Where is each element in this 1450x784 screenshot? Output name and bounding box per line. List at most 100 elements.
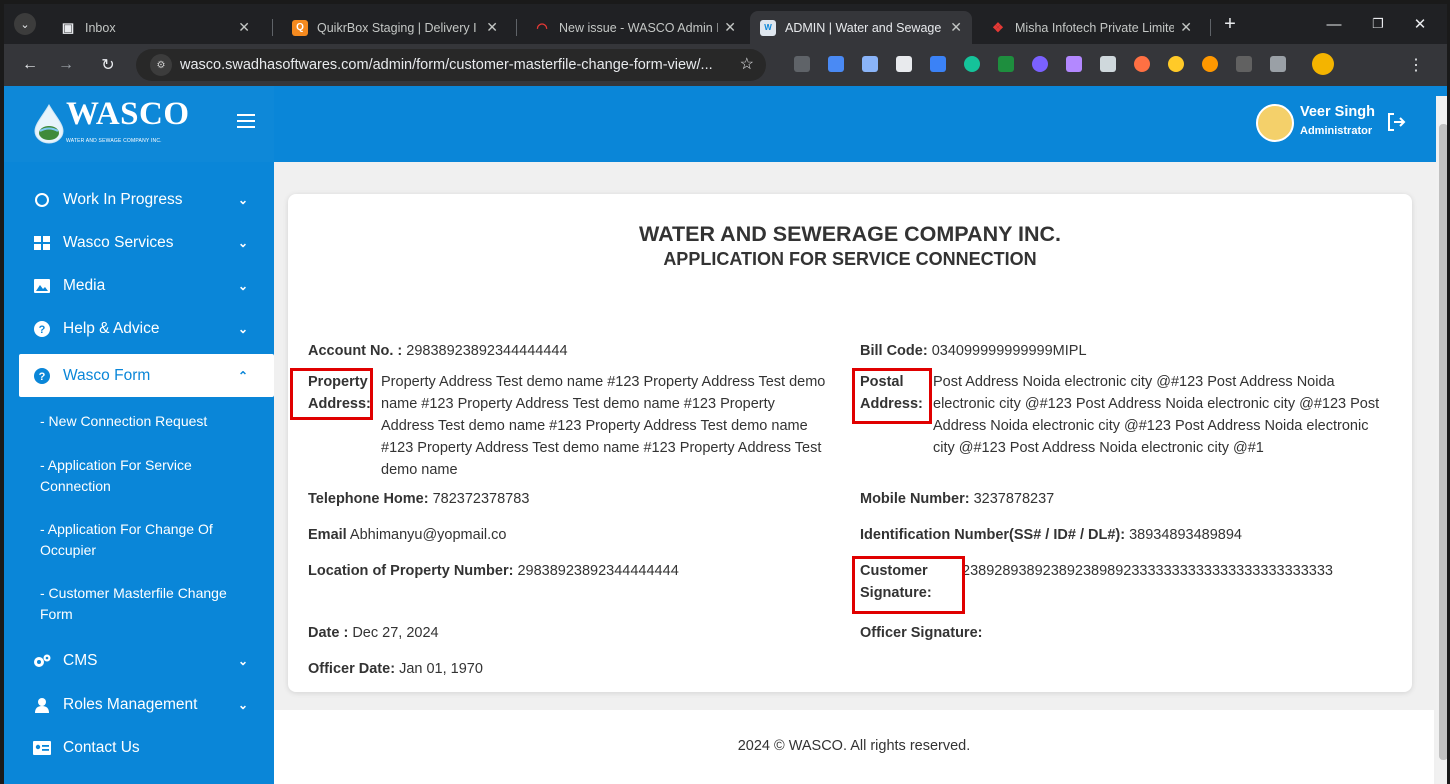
mobile-field: Mobile Number: 3237878237 xyxy=(860,488,1054,510)
window-close-icon[interactable]: ✕ xyxy=(1400,10,1440,38)
user-name: Veer Singh xyxy=(1300,104,1375,120)
browser-toolbar: ← → ↻ ⚙ wasco.swadhasoftwares.com/admin/… xyxy=(4,44,1447,86)
email-field: Email Abhimanyu@yopmail.co xyxy=(308,524,507,546)
email-value: Abhimanyu@yopmail.co xyxy=(349,527,507,543)
issue-favicon-icon: ◠ xyxy=(536,19,548,35)
sidebar-item-cms[interactable]: CMS ⌄ xyxy=(19,641,274,681)
bill-code-field: Bill Code: 034099999999999MIPL xyxy=(860,340,1087,362)
sidebar-item-label: Media xyxy=(63,277,106,294)
extension-translate-icon[interactable] xyxy=(828,56,844,72)
form-card: WATER AND SEWERAGE COMPANY INC. APPLICAT… xyxy=(288,194,1412,692)
account-label: Account No. : xyxy=(308,343,403,359)
tab-search-icon[interactable]: ⌄ xyxy=(14,13,36,35)
bill-code-label: Bill Code: xyxy=(860,343,928,359)
postal-address-value: Post Address Noida electronic city @#123… xyxy=(933,374,1380,456)
chevron-up-icon: ⌃ xyxy=(237,368,248,383)
logout-icon[interactable] xyxy=(1386,112,1406,132)
identification-value: 38934893489894 xyxy=(1129,527,1242,543)
form-title: APPLICATION FOR SERVICE CONNECTION xyxy=(663,249,1037,269)
tab-admin-wasco[interactable]: W ADMIN | Water and Sewage ✕ xyxy=(750,11,972,44)
site-info-icon[interactable]: ⚙ xyxy=(150,54,172,76)
reload-icon[interactable]: ↻ xyxy=(96,53,120,77)
extension-gear-icon[interactable] xyxy=(1032,56,1048,72)
tab-inbox[interactable]: ▣ Inbox ✕ xyxy=(50,11,260,44)
scrollbar-thumb[interactable] xyxy=(1439,124,1447,760)
sidebar-item-label: Help & Advice xyxy=(63,320,160,337)
date-label: Date : xyxy=(308,625,349,641)
sidebar-subitem-change-occupier[interactable]: - Application For Change Of Occupier xyxy=(40,519,250,561)
sidebar-item-roles-management[interactable]: Roles Management ⌄ xyxy=(19,685,274,725)
tab-close-icon[interactable]: ✕ xyxy=(724,19,736,36)
bookmark-star-icon[interactable]: ☆ xyxy=(740,54,754,74)
back-icon[interactable]: ← xyxy=(18,53,42,77)
sidebar: WASCO WATER AND SEWAGE COMPANY INC. Work… xyxy=(4,86,274,784)
profile-avatar-icon[interactable] xyxy=(1312,53,1334,75)
sidebar-item-wasco-services[interactable]: Wasco Services ⌄ xyxy=(19,223,274,263)
extension-screen-icon[interactable] xyxy=(862,56,878,72)
hamburger-menu-icon[interactable] xyxy=(237,114,255,128)
sidebar-subitem-new-connection[interactable]: - New Connection Request xyxy=(40,411,250,432)
sidebar-item-help-advice[interactable]: ? Help & Advice ⌄ xyxy=(19,309,274,349)
sidebar-item-label: Wasco Form xyxy=(63,366,151,384)
question-icon: ? xyxy=(33,367,51,385)
tab-close-icon[interactable]: ✕ xyxy=(486,19,498,36)
extension-crx-icon[interactable] xyxy=(1236,56,1252,72)
sidebar-item-contact-us[interactable]: Contact Us xyxy=(19,728,274,768)
new-tab-button[interactable]: + xyxy=(1210,10,1250,38)
sidebar-item-wasco-form[interactable]: ? Wasco Form ⌃ xyxy=(19,354,274,397)
extension-window-icon[interactable] xyxy=(896,56,912,72)
extension-sigma-icon[interactable] xyxy=(794,56,810,72)
mobile-value: 3237878237 xyxy=(973,491,1055,507)
tab-misha[interactable]: ❖ Misha Infotech Private Limite ✕ xyxy=(980,11,1202,44)
tab-close-icon[interactable]: ✕ xyxy=(238,19,250,36)
mobile-label: Mobile Number: xyxy=(860,491,970,507)
user-icon xyxy=(33,696,51,714)
location-label: Location of Property Number: xyxy=(308,563,514,579)
misha-favicon-icon: ❖ xyxy=(992,19,1004,35)
date-value: Dec 27, 2024 xyxy=(352,625,439,641)
tab-close-icon[interactable]: ✕ xyxy=(950,19,962,36)
footer-text: 2024 © WASCO. All rights reserved. xyxy=(737,738,971,754)
extension-ring-icon[interactable] xyxy=(1168,56,1184,72)
minimize-icon[interactable]: — xyxy=(1314,10,1354,38)
admin-app: WASCO WATER AND SEWAGE COMPANY INC. Work… xyxy=(4,86,1447,784)
tab-quikrbox[interactable]: Q QuikrBox Staging | Delivery I ✕ xyxy=(282,11,508,44)
sidebar-item-media[interactable]: Media ⌄ xyxy=(19,266,274,306)
tab-close-icon[interactable]: ✕ xyxy=(1180,19,1192,36)
extension-pen-icon[interactable] xyxy=(1066,56,1082,72)
extension-face-icon[interactable] xyxy=(1202,56,1218,72)
gears-icon xyxy=(33,652,51,670)
extension-grammarly-icon[interactable] xyxy=(964,56,980,72)
sidebar-item-label: Work In Progress xyxy=(63,191,183,208)
extensions-puzzle-icon[interactable] xyxy=(1270,56,1286,72)
extension-cursor-icon[interactable] xyxy=(1100,56,1116,72)
logo-subtext: WATER AND SEWAGE COMPANY INC. xyxy=(66,138,162,144)
customer-signature-value: 2389289389238923898923333333333333333333… xyxy=(962,563,1333,579)
bill-code-value: 034099999999999MIPL xyxy=(931,343,1087,359)
chevron-down-icon: ⌄ xyxy=(237,279,248,293)
extension-swirl-icon[interactable] xyxy=(1134,56,1150,72)
location-value: 29838923892344444444 xyxy=(517,563,679,579)
image-icon xyxy=(33,277,51,295)
extension-fi-icon[interactable] xyxy=(930,56,946,72)
footer: 2024 © WASCO. All rights reserved. xyxy=(274,710,1434,784)
page-scrollbar[interactable] xyxy=(1436,96,1447,784)
id-card-icon xyxy=(33,739,51,757)
restore-icon[interactable]: ❐ xyxy=(1358,10,1398,38)
sidebar-item-label: CMS xyxy=(63,652,98,669)
quikrbox-favicon-icon: Q xyxy=(292,19,308,36)
extension-n-icon[interactable] xyxy=(998,56,1014,72)
address-bar[interactable]: ⚙ wasco.swadhasoftwares.com/admin/form/c… xyxy=(136,49,766,81)
property-address-value: Property Address Test demo name #123 Pro… xyxy=(381,374,826,478)
browser-menu-icon[interactable]: ⋮ xyxy=(1404,53,1428,77)
sidebar-subitem-service-connection[interactable]: - Application For Service Connection xyxy=(40,455,250,497)
logo-text: WASCO xyxy=(66,96,190,132)
wasco-favicon-icon: W xyxy=(760,19,776,36)
sidebar-item-work-in-progress[interactable]: Work In Progress ⌄ xyxy=(19,180,274,220)
top-header: Veer Singh Administrator xyxy=(274,86,1447,162)
forward-icon[interactable]: → xyxy=(54,53,78,77)
sidebar-subitem-customer-masterfile[interactable]: - Customer Masterfile Change Form xyxy=(40,583,250,625)
user-avatar[interactable] xyxy=(1256,104,1294,142)
officer-date-value: Jan 01, 1970 xyxy=(399,661,483,677)
tab-new-issue[interactable]: ◠ New issue - WASCO Admin I ✕ xyxy=(524,11,746,44)
